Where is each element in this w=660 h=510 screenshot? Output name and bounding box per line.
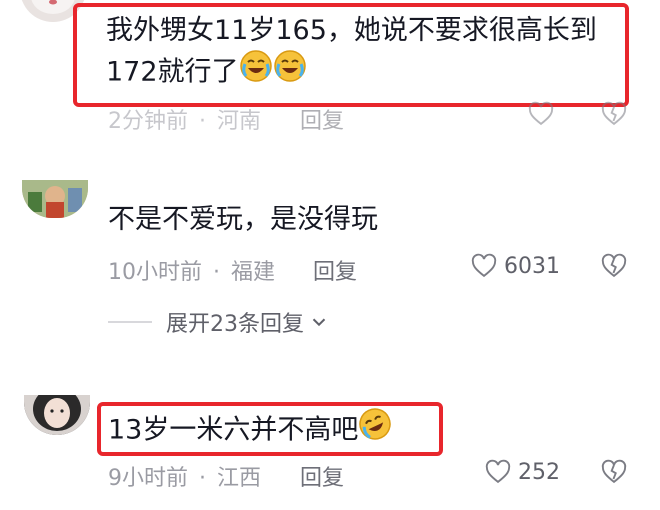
like-count: 6031 xyxy=(504,253,560,279)
comment-text: 172就行了 xyxy=(106,49,307,97)
like-count: 252 xyxy=(518,459,560,485)
broken-heart-icon xyxy=(601,459,627,484)
comment-meta: 9小时前 · 江西 xyxy=(108,460,261,492)
comment-meta: 10小时前 · 福建 xyxy=(108,254,275,286)
comment-text: 不是不爱玩，是没得玩 xyxy=(108,204,378,235)
comment-meta: 2分钟前 · 河南 xyxy=(108,103,261,135)
like-button[interactable]: 252 xyxy=(484,458,560,486)
avatar[interactable] xyxy=(24,395,90,435)
chevron-down-icon xyxy=(312,318,326,327)
expand-replies-button[interactable]: 展开23条回复 xyxy=(108,306,330,338)
separator: · xyxy=(199,109,206,134)
crying-laughing-emoji-icon xyxy=(239,49,273,97)
comment-location: 江西 xyxy=(217,466,262,491)
reply-button[interactable]: 回复 xyxy=(300,460,344,492)
divider-line xyxy=(108,321,152,323)
broken-heart-icon xyxy=(601,101,627,126)
heart-outline-icon xyxy=(471,253,497,278)
dislike-button[interactable] xyxy=(600,100,628,132)
rolling-laughing-emoji-icon xyxy=(358,407,392,455)
like-button[interactable] xyxy=(527,100,555,128)
expand-replies-label: 展开23条回复 xyxy=(166,312,304,337)
reply-button[interactable]: 回复 xyxy=(313,254,357,286)
comment-time: 10小时前 xyxy=(108,260,202,285)
comment-time: 9小时前 xyxy=(108,466,188,491)
crying-laughing-emoji-icon xyxy=(273,49,307,97)
comment-text: 我外甥女11岁165，她说不要求很高长到 xyxy=(106,15,597,46)
comment-location: 河南 xyxy=(217,109,262,134)
separator: · xyxy=(199,466,206,491)
dislike-button[interactable] xyxy=(600,458,628,490)
separator: · xyxy=(213,260,220,285)
dislike-button[interactable] xyxy=(600,252,628,284)
avatar[interactable] xyxy=(22,180,88,218)
comment-text: 13岁一米六并不高吧 xyxy=(108,407,392,455)
comment-time: 2分钟前 xyxy=(108,109,188,134)
heart-outline-icon xyxy=(485,459,511,484)
heart-outline-icon xyxy=(528,101,554,126)
broken-heart-icon xyxy=(601,253,627,278)
reply-button[interactable]: 回复 xyxy=(300,103,344,135)
like-button[interactable]: 6031 xyxy=(470,252,560,280)
comment-location: 福建 xyxy=(231,260,276,285)
